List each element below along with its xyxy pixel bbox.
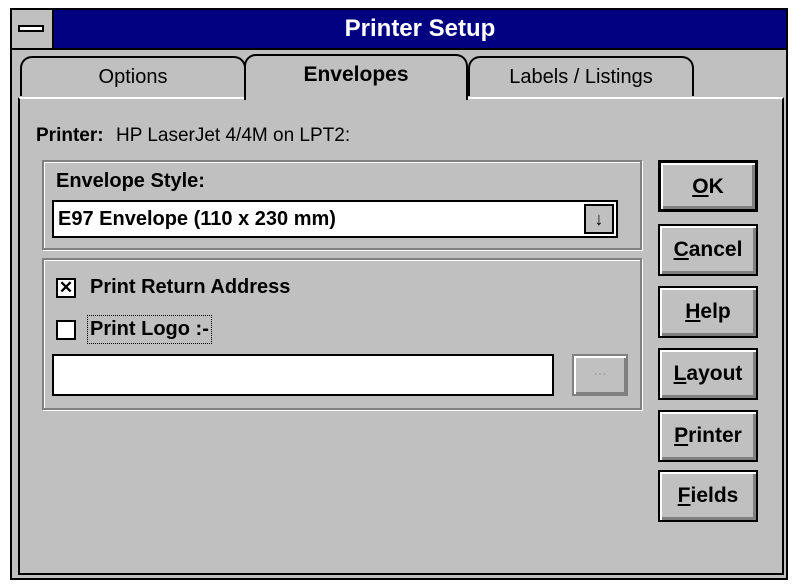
- layout-label: ayout: [686, 362, 743, 385]
- print-logo-label[interactable]: Print Logo :-: [87, 315, 212, 344]
- system-menu-button[interactable]: [12, 10, 54, 48]
- help-mnemonic: H: [685, 300, 701, 323]
- print-logo-checkbox[interactable]: [56, 320, 76, 340]
- ok-label: K: [708, 175, 724, 198]
- printer-button-label: rinter: [688, 424, 742, 447]
- help-label: elp: [700, 300, 731, 323]
- fields-mnemonic: F: [677, 484, 691, 507]
- browse-button[interactable]: ...: [572, 354, 628, 396]
- tab-labels-listings[interactable]: Labels / Listings: [468, 56, 694, 96]
- help-button[interactable]: Help: [658, 286, 758, 338]
- tab-options[interactable]: Options: [20, 56, 246, 96]
- system-menu-icon: [18, 25, 44, 32]
- printer-label: Printer:: [36, 125, 104, 146]
- envelope-style-label: Envelope Style:: [56, 170, 205, 192]
- print-return-address-checkbox[interactable]: ✕: [56, 278, 76, 298]
- dropdown-arrow-icon[interactable]: ↓: [584, 204, 614, 234]
- ok-mnemonic: O: [692, 175, 709, 198]
- envelope-style-dropdown[interactable]: E97 Envelope (110 x 230 mm) ↓: [52, 200, 618, 238]
- envelope-style-value: E97 Envelope (110 x 230 mm): [58, 208, 336, 230]
- printer-value: HP LaserJet 4/4M on LPT2:: [116, 125, 351, 146]
- title-bar: Printer Setup: [12, 10, 786, 50]
- cancel-button[interactable]: Cancel: [658, 224, 758, 276]
- printer-button[interactable]: Printer: [658, 410, 758, 462]
- printer-mnemonic: P: [674, 424, 689, 447]
- cancel-mnemonic: C: [673, 238, 689, 261]
- window-title: Printer Setup: [344, 15, 496, 42]
- tab-envelopes[interactable]: Envelopes: [244, 54, 468, 100]
- ok-button[interactable]: OK: [658, 160, 758, 212]
- cancel-label: ancel: [688, 238, 743, 261]
- fields-button[interactable]: Fields: [658, 470, 758, 522]
- layout-button[interactable]: Layout: [658, 348, 758, 400]
- logo-path-input[interactable]: [52, 354, 554, 396]
- printer-setup-dialog: Printer Setup Options Envelopes Labels /…: [10, 8, 788, 580]
- layout-mnemonic: L: [673, 362, 687, 385]
- print-return-address-label[interactable]: Print Return Address: [90, 276, 290, 299]
- fields-label: ields: [690, 484, 739, 507]
